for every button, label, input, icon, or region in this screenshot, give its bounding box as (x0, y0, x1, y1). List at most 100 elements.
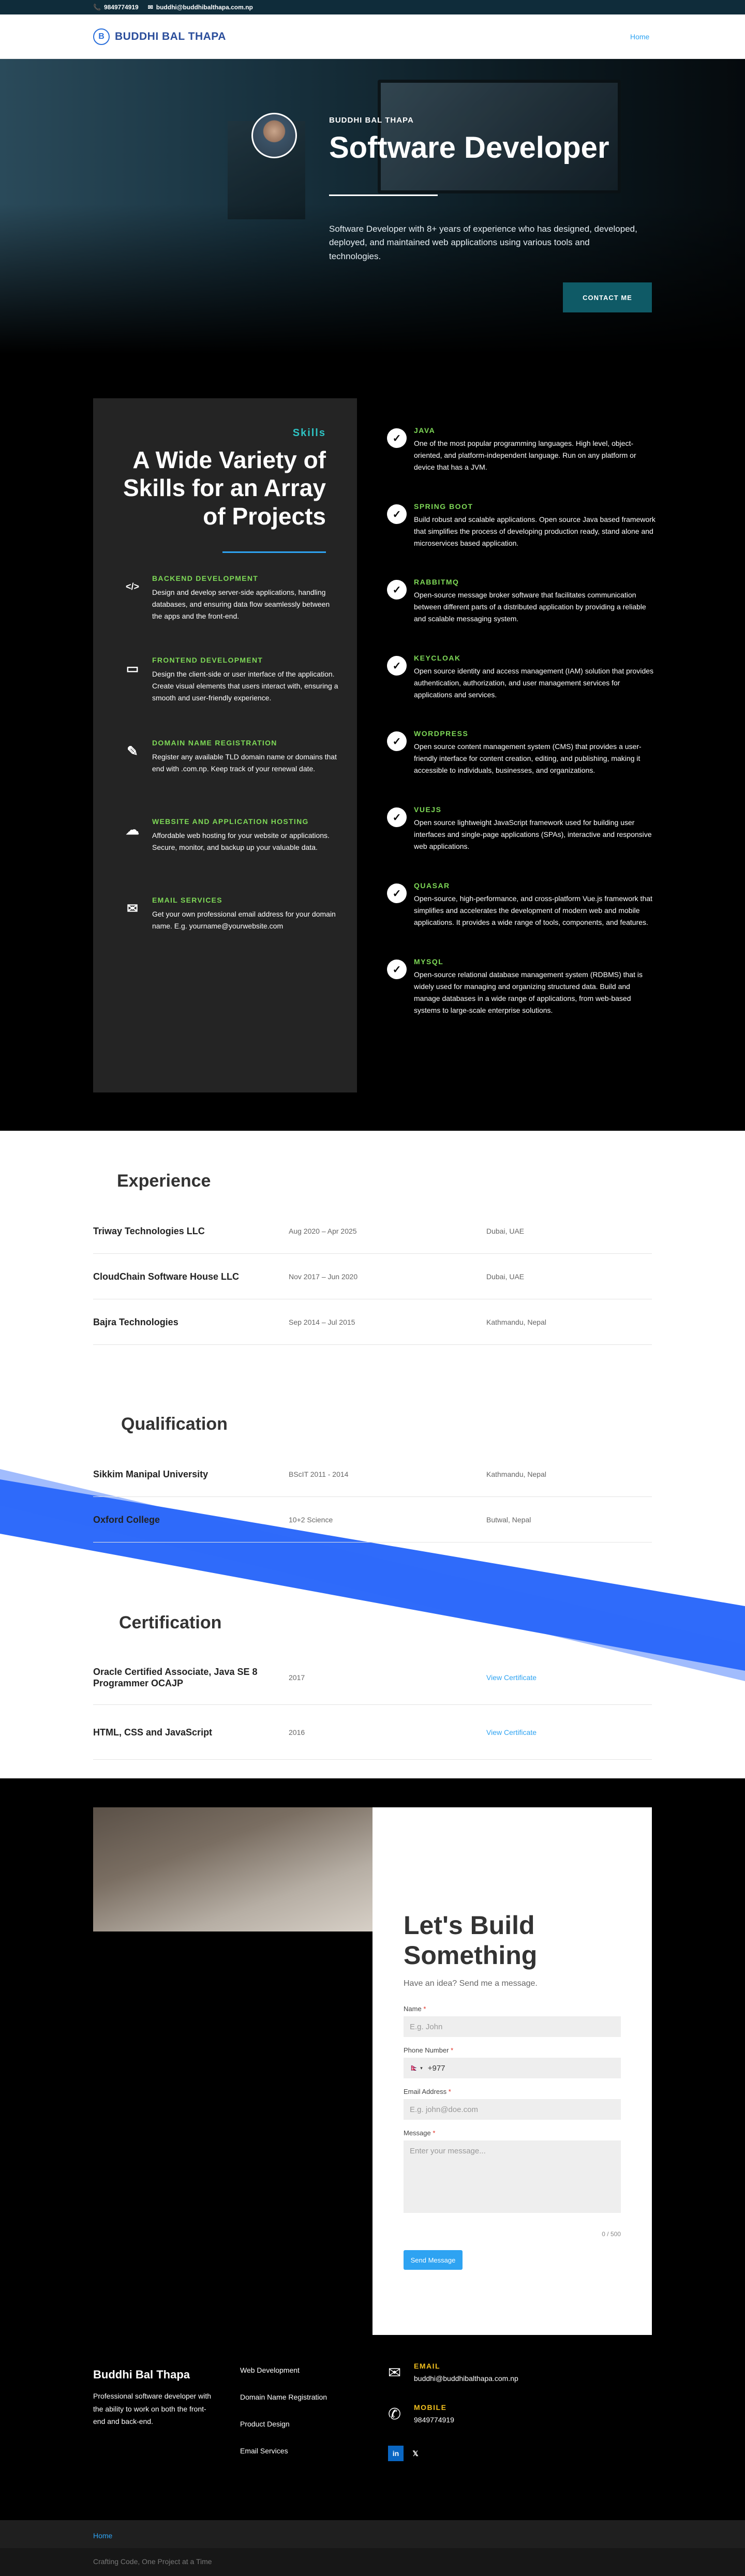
tech-text: Open source identity and access manageme… (414, 667, 654, 699)
tech-text: One of the most popular programming lang… (414, 439, 636, 472)
tech-item: ✓ QUASAR Open-source, high-performance, an… (387, 881, 656, 943)
bottom-nav-home[interactable]: Home (93, 2532, 112, 2540)
footer-link[interactable]: Domain Name Registration (240, 2393, 327, 2420)
contact-me-button[interactable]: CONTACT ME (563, 282, 652, 312)
tech-text: Open-source, high-performance, and cross… (414, 894, 652, 927)
domain-edit-icon: ✎ (127, 743, 138, 759)
school-name: Sikkim Manipal University (93, 1469, 208, 1479)
tech-title: JAVA (414, 426, 436, 435)
top-email[interactable]: ✉ buddhi@buddhibalthapa.com.np (148, 4, 253, 11)
tech-item: ✓ WORDPRESS Open source content management… (387, 729, 656, 791)
top-phone-text: 9849774919 (103, 4, 139, 11)
employment-period: Sep 2014 – Jul 2015 (289, 1318, 355, 1326)
check-icon: ✓ (387, 428, 407, 448)
phone-field[interactable]: 🇳🇵 ▾ +977 (404, 2058, 621, 2078)
code-icon: </> (125, 581, 140, 592)
nepal-flag-icon[interactable]: 🇳🇵 (410, 2064, 418, 2072)
location: Kathmandu, Nepal (486, 1470, 546, 1478)
company-name: Bajra Technologies (93, 1316, 178, 1327)
bottom-bar: Home Crafting Code, One Project at a Tim… (0, 2520, 745, 2576)
certificate-year: 2017 (289, 1673, 305, 1682)
service-title: WEBSITE AND APPLICATION HOSTING (152, 817, 309, 826)
location: Dubai, UAE (486, 1227, 525, 1235)
tech-text: Open-source relational database manageme… (414, 970, 643, 1015)
tech-title: KEYCLOAK (414, 654, 461, 662)
experience-title: Experience (117, 1171, 211, 1191)
degree: BScIT 2011 - 2014 (289, 1470, 349, 1478)
tech-item: ✓ KEYCLOAK Open source identity and access… (387, 654, 656, 716)
contact-image (93, 1807, 373, 1931)
nav-home-link[interactable]: Home (630, 33, 649, 41)
location: Butwal, Nepal (486, 1516, 531, 1524)
monitor-icon: ▭ (126, 660, 139, 676)
tech-title: RABBITMQ (414, 578, 459, 586)
footer-tagline: Crafting Code, One Project at a Time (93, 2557, 212, 2566)
service-text: Design and develop server-side applicati… (152, 588, 330, 621)
view-certificate-link[interactable]: View Certificate (486, 1705, 537, 1760)
top-email-text: buddhi@buddhibalthapa.com.np (156, 4, 253, 11)
contact-form: Let's Build Something Have an idea? Send… (373, 1807, 652, 2335)
contact-title: Let's Build Something (404, 1911, 538, 1970)
skills-section: Skills A Wide Variety of Skills for an A… (0, 354, 745, 1131)
tech-item: ✓ RABBITMQ Open-source message broker soft… (387, 578, 656, 640)
avatar (251, 113, 297, 158)
employment-period: Aug 2020 – Apr 2025 (289, 1227, 357, 1235)
service-title: DOMAIN NAME REGISTRATION (152, 739, 277, 747)
check-icon: ✓ (387, 883, 407, 903)
service-title: FRONTEND DEVELOPMENT (152, 656, 263, 664)
certificate-name: Oracle Certified Associate, Java SE 8 Pr… (93, 1666, 258, 1689)
hero-divider (329, 194, 438, 196)
email-field[interactable]: E.g. john@doe.com (404, 2099, 621, 2120)
footer-link[interactable]: Web Development (240, 2366, 327, 2393)
service-text: Get your own professional email address … (152, 910, 336, 931)
tech-item: ✓ SPRING BOOT Build robust and scalable ap… (387, 502, 656, 564)
qualification-row: Oxford College 10+2 Science Butwal, Nepal (93, 1497, 652, 1542)
tech-title: VUEJS (414, 805, 442, 814)
qualification-row: Sikkim Manipal University BScIT 2011 - 20… (93, 1451, 652, 1497)
tech-title: SPRING BOOT (414, 502, 473, 511)
footer-email-value[interactable]: buddhi@buddhibalthapa.com.np (414, 2374, 518, 2383)
qualification-title: Qualification (121, 1414, 228, 1434)
name-field[interactable]: E.g. John (404, 2016, 621, 2037)
tech-title: WORDPRESS (414, 729, 469, 738)
chevron-down-icon: ▾ (420, 2065, 423, 2071)
service-item: ✎ DOMAIN NAME REGISTRATION Register any av… (122, 739, 337, 801)
service-item: ✉ EMAIL SERVICES Get your own professional… (122, 896, 336, 958)
view-certificate-link[interactable]: View Certificate (486, 1650, 537, 1705)
phone-label: Phone Number * (404, 2046, 454, 2054)
email-label: Email Address * (404, 2088, 451, 2095)
logo-mark-icon: B (93, 28, 110, 45)
hero-title: Software Developer (329, 131, 609, 164)
message-field[interactable]: Enter your message... (404, 2140, 621, 2213)
tech-item: ✓ VUEJS Open source lightweight JavaScript… (387, 805, 656, 867)
school-name: Oxford College (93, 1514, 160, 1525)
site-logo[interactable]: B BUDDHI BAL THAPA (93, 28, 226, 45)
service-item: ▭ FRONTEND DEVELOPMENT Design the client-s… (122, 656, 338, 718)
footer-link[interactable]: Product Design (240, 2420, 327, 2447)
skills-title: A Wide Variety of Skills for an Array of… (123, 446, 326, 530)
envelope-icon: ✉ (388, 2364, 401, 2382)
certificate-name: HTML, CSS and JavaScript (93, 1727, 213, 1738)
tech-item: ✓ MYSQL Open-source relational database ma… (387, 957, 656, 1020)
top-phone[interactable]: 📞 9849774919 (93, 4, 139, 11)
company-name: Triway Technologies LLC (93, 1225, 205, 1236)
footer-description: Professional software developer with the… (93, 2392, 212, 2425)
tech-item: ✓ JAVA One of the most popular programming… (387, 426, 656, 488)
logo-text: BUDDHI BAL THAPA (115, 31, 226, 42)
service-text: Design the client-side or user interface… (152, 670, 338, 702)
certificate-year: 2016 (289, 1728, 305, 1736)
footer-link[interactable]: Email Services (240, 2447, 327, 2474)
send-message-button[interactable]: Send Message (404, 2250, 463, 2270)
footer-brand: Buddhi Bal Thapa (93, 2368, 190, 2381)
hero-description: Software Developer with 8+ years of expe… (329, 224, 637, 261)
tech-title: MYSQL (414, 957, 444, 966)
linkedin-icon[interactable]: in (388, 2446, 404, 2461)
check-icon: ✓ (387, 731, 407, 751)
footer-mobile-label: MOBILE (414, 2403, 447, 2412)
tech-text: Open-source message broker software that… (414, 591, 646, 623)
check-icon: ✓ (387, 580, 407, 600)
certification-row: Oracle Certified Associate, Java SE 8 Pr… (93, 1650, 652, 1705)
footer-mobile-value[interactable]: 9849774919 (414, 2416, 454, 2424)
service-item: </> BACKEND DEVELOPMENT Design and develop… (122, 574, 330, 636)
x-icon[interactable]: 𝕏 (408, 2446, 423, 2461)
